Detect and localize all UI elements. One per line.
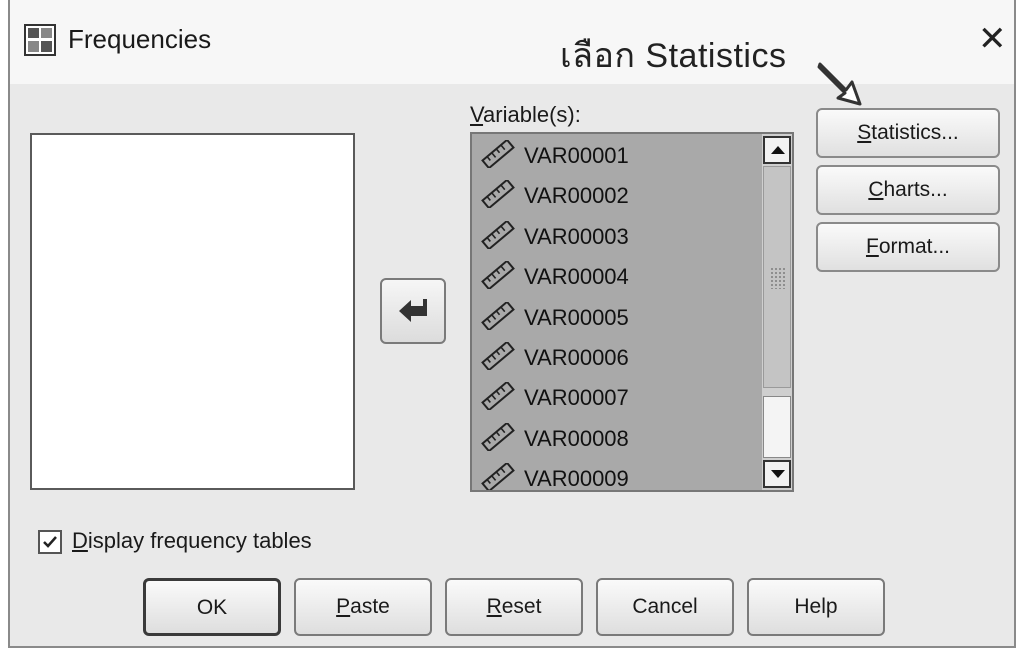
cancel-button[interactable]: Cancel (596, 578, 734, 636)
variable-name: VAR00005 (524, 304, 629, 330)
close-icon[interactable]: ✕ (978, 22, 1007, 56)
variable-name: VAR00002 (524, 183, 629, 209)
scroll-down-button[interactable] (763, 460, 791, 488)
scroll-grip-icon (770, 267, 786, 289)
reset-button[interactable]: Reset (445, 578, 583, 636)
display-frequency-tables-checkbox[interactable] (38, 530, 62, 554)
statistics-button[interactable]: Statistics... (816, 108, 1000, 158)
selected-variable-list[interactable]: VAR00001 VAR00002 VAR00003 VAR00004 VAR00005… (470, 132, 794, 492)
variable-name: VAR00008 (524, 425, 629, 451)
variable-name: VAR00004 (524, 264, 629, 290)
scale-ruler-icon (481, 261, 515, 290)
vertical-scrollbar[interactable] (762, 134, 792, 490)
variable-item[interactable]: VAR00005 (472, 296, 760, 336)
scroll-track[interactable] (763, 396, 791, 458)
variable-item[interactable]: VAR00008 (472, 417, 760, 457)
scale-ruler-icon (481, 422, 515, 451)
dialog-title: Frequencies (68, 24, 212, 54)
variable-item[interactable]: VAR00009 (472, 457, 760, 492)
title-bar: Frequencies เลือก Statistics ✕ (10, 0, 1014, 106)
scale-ruler-icon (481, 220, 515, 249)
annotation-text: เลือก Statistics (560, 37, 787, 75)
variable-name: VAR00009 (524, 466, 629, 492)
scroll-up-button[interactable] (763, 136, 791, 164)
annotation-arrow-icon (817, 62, 862, 106)
variable-item[interactable]: VAR00001 (472, 134, 760, 174)
variable-name: VAR00006 (524, 344, 629, 370)
variable-name: VAR00001 (524, 143, 629, 168)
variable-name: VAR00007 (524, 385, 629, 411)
scroll-thumb[interactable] (763, 166, 791, 388)
variable-item[interactable]: VAR00006 (472, 336, 760, 376)
variable-name: VAR00003 (524, 223, 629, 249)
format-button[interactable]: Format... (816, 222, 1000, 272)
variable-item[interactable]: VAR00007 (472, 376, 760, 416)
scale-ruler-icon (481, 140, 515, 168)
variables-label: Variable(s): (470, 102, 581, 127)
move-variable-button[interactable] (380, 278, 446, 344)
scale-ruler-icon (481, 341, 515, 370)
display-frequency-tables-label: Display frequency tables (72, 528, 312, 553)
variable-item[interactable]: VAR00002 (472, 174, 760, 214)
scale-ruler-icon (481, 301, 515, 330)
variable-item[interactable]: VAR00003 (472, 215, 760, 255)
charts-button[interactable]: Charts... (816, 165, 1000, 215)
frequencies-dialog: Frequencies เลือก Statistics ✕ Variable(… (8, 0, 1016, 648)
help-button[interactable]: Help (747, 578, 885, 636)
frequencies-app-icon (24, 24, 56, 56)
scale-ruler-icon (481, 463, 515, 490)
paste-button[interactable]: Paste (294, 578, 432, 636)
scale-ruler-icon (481, 382, 515, 411)
checkmark-icon (43, 536, 57, 548)
variable-items: VAR00001 VAR00002 VAR00003 VAR00004 VAR00005… (472, 134, 760, 492)
variable-item[interactable]: VAR00004 (472, 255, 760, 295)
scale-ruler-icon (481, 180, 515, 209)
source-variable-list[interactable] (30, 133, 355, 490)
move-left-arrow-icon (399, 299, 427, 322)
ok-button[interactable]: OK (143, 578, 281, 636)
